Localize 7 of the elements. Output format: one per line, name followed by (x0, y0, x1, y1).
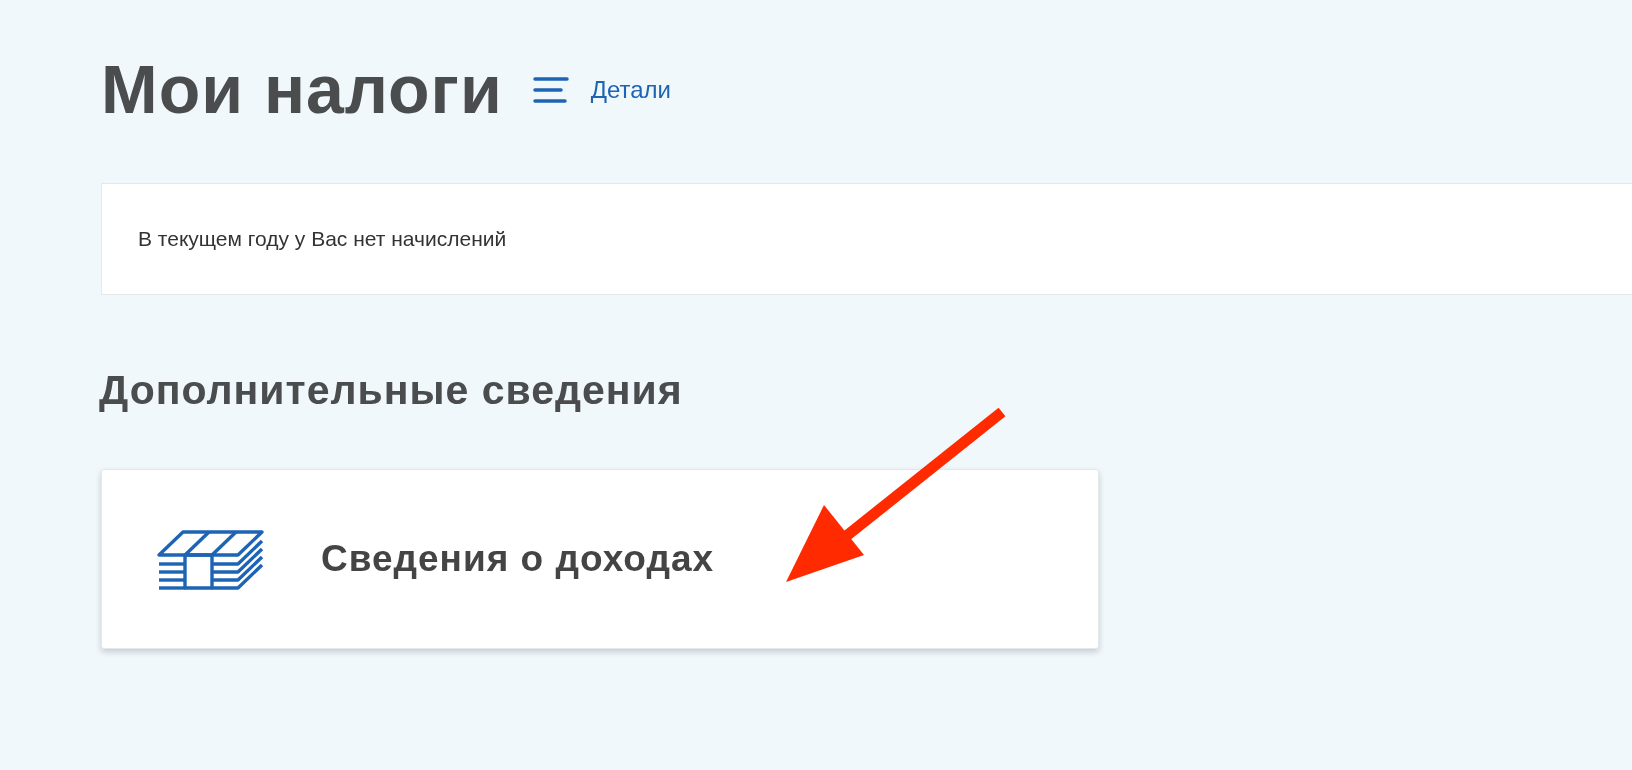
income-card[interactable]: Сведения о доходах (101, 469, 1099, 649)
notice-text: В текущем году у Вас нет начислений (138, 227, 507, 251)
details-link[interactable]: Детали (532, 76, 672, 104)
money-stack-icon (157, 528, 265, 590)
page-title: Мои налоги (101, 50, 503, 130)
menu-icon (532, 76, 569, 104)
section-title: Дополнительные сведения (99, 366, 683, 415)
